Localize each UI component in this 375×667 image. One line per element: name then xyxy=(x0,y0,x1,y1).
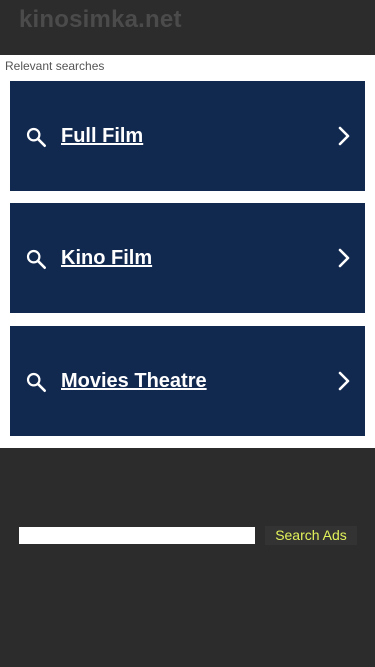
search-ads-button[interactable]: Search Ads xyxy=(265,526,357,545)
chevron-right-icon xyxy=(338,248,350,268)
chevron-right-icon xyxy=(338,126,350,146)
search-result-movies-theatre[interactable]: Movies Theatre xyxy=(10,326,365,436)
search-result-kino-film[interactable]: Kino Film xyxy=(10,203,365,313)
section-label: Relevant searches xyxy=(5,59,105,73)
search-result-label: Movies Theatre xyxy=(61,370,207,392)
search-result-label: Kino Film xyxy=(61,247,153,269)
search-icon xyxy=(26,249,46,269)
site-header: kinosimka.net xyxy=(0,0,375,55)
search-result-label: Full Film xyxy=(61,125,144,147)
search-ads-input[interactable] xyxy=(19,527,255,544)
search-icon xyxy=(26,372,46,392)
chevron-right-icon xyxy=(338,371,350,391)
search-result-full-film[interactable]: Full Film xyxy=(10,81,365,191)
site-title[interactable]: kinosimka.net xyxy=(19,5,182,35)
related-searches-panel: Relevant searches Full Film Kino Film Mo… xyxy=(0,55,375,448)
search-icon xyxy=(26,127,46,147)
